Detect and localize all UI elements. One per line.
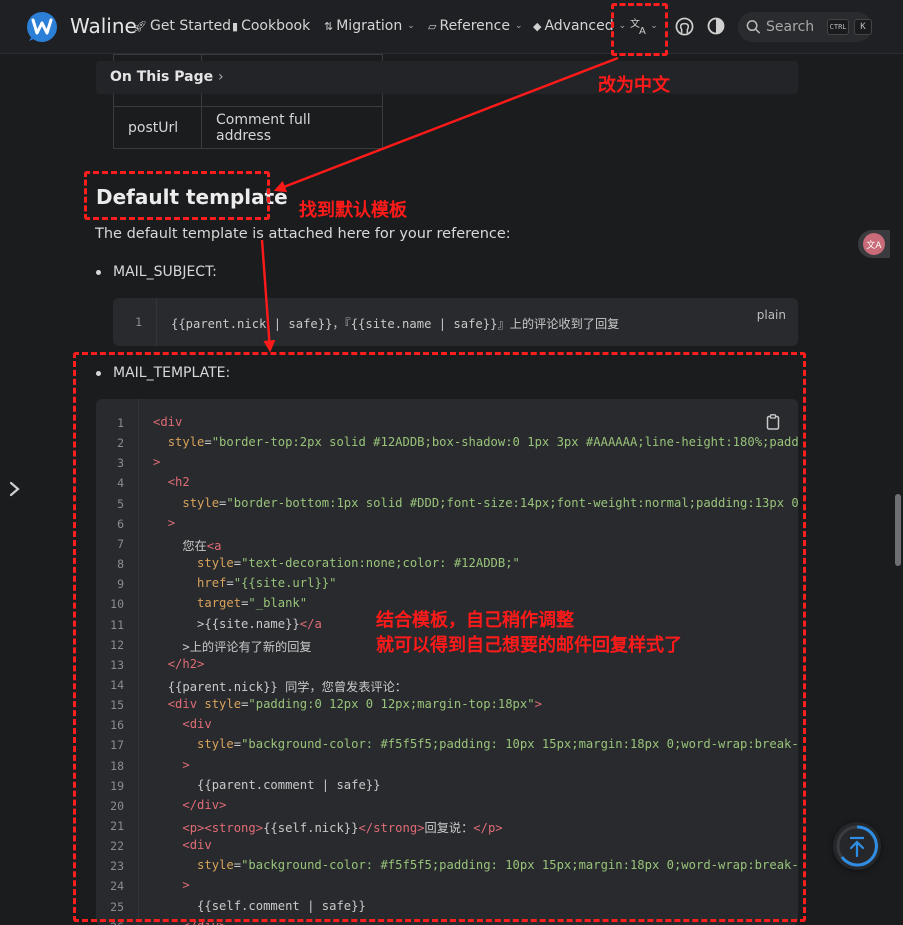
- annotation-arrow: [273, 56, 619, 193]
- annotation-arrow: [260, 239, 276, 353]
- annotation-arrows: [260, 56, 619, 353]
- annotation-adjust-line2: 就可以得到自己想要的邮件回复样式了: [376, 635, 682, 656]
- annotation-adjust-line1: 结合模板，自己稍作调整: [376, 610, 574, 631]
- annotation-switch-language: 改为中文: [598, 75, 670, 96]
- annotation-find-template: 找到默认模板: [299, 200, 407, 221]
